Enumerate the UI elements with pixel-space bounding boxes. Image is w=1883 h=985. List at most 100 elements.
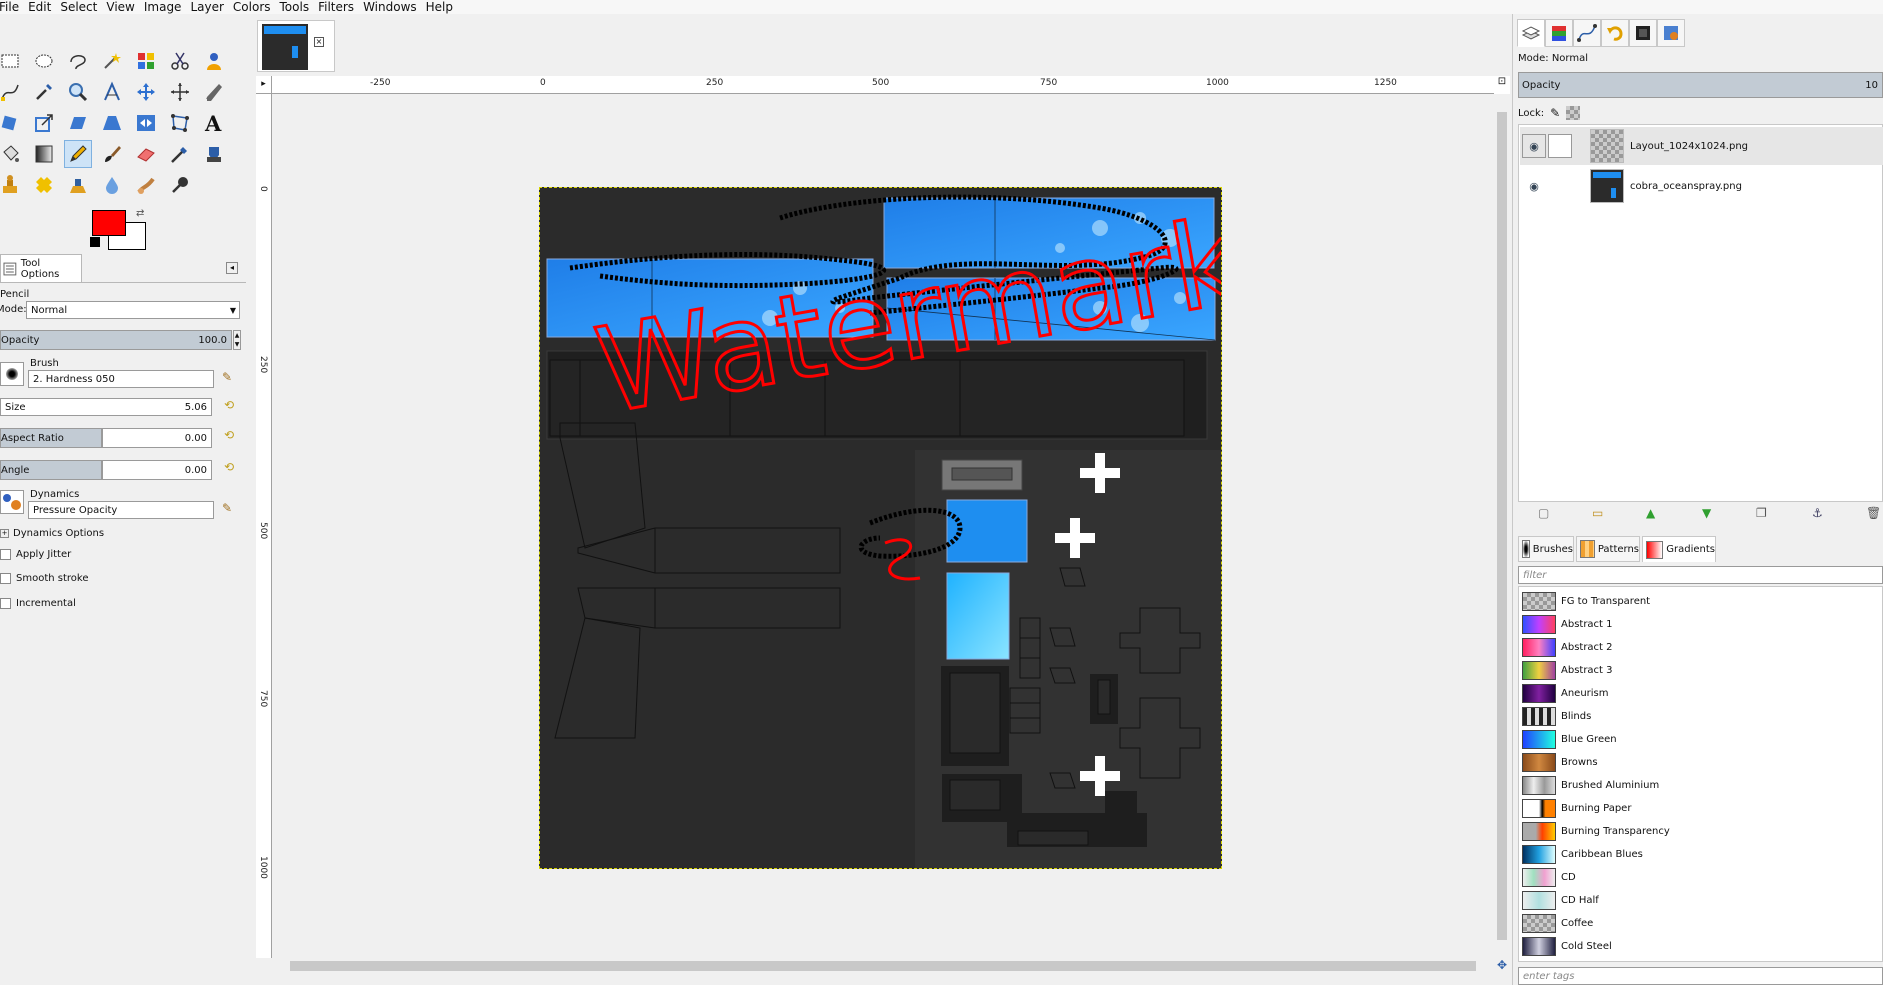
gradient-item[interactable]: Abstract 1: [1522, 613, 1883, 636]
mode-select[interactable]: Normal ▼: [26, 301, 240, 319]
quick-mask-toggle[interactable]: ▸: [256, 76, 272, 94]
menu-filters[interactable]: Filters: [318, 0, 359, 14]
move-icon[interactable]: [132, 78, 160, 106]
anchor-layer-icon[interactable]: ⚓: [1812, 506, 1823, 520]
reset-aspect-icon[interactable]: ⟲: [224, 428, 234, 442]
cage-icon[interactable]: [166, 109, 194, 137]
eye-icon[interactable]: ◉: [1522, 174, 1546, 198]
menu-colors[interactable]: Colors: [233, 0, 276, 14]
tab-paths[interactable]: [1573, 19, 1601, 47]
new-layer-icon[interactable]: ▢: [1538, 506, 1549, 520]
scale-icon[interactable]: [30, 109, 58, 137]
gradient-item[interactable]: Blinds: [1522, 705, 1883, 728]
tab-tool-options[interactable]: Tool Options: [0, 254, 82, 282]
lock-pixels-icon[interactable]: ✎: [1550, 106, 1560, 120]
vertical-scrollbar[interactable]: [1494, 94, 1510, 958]
heal-icon[interactable]: [30, 171, 58, 199]
image-tab[interactable]: ×: [257, 20, 335, 72]
shear-icon[interactable]: [64, 109, 92, 137]
image-canvas[interactable]: Watermark: [539, 187, 1222, 869]
dodge-burn-icon[interactable]: [166, 171, 194, 199]
menu-tools[interactable]: Tools: [280, 0, 315, 14]
gradient-item[interactable]: Blue Green: [1522, 728, 1883, 751]
menu-file[interactable]: File: [0, 0, 24, 14]
menu-layer[interactable]: Layer: [190, 0, 228, 14]
gradient-item[interactable]: Browns: [1522, 751, 1883, 774]
dynamics-field[interactable]: Pressure Opacity: [28, 501, 214, 519]
aspect-ratio-field[interactable]: 0.00: [102, 428, 212, 448]
color-select-icon[interactable]: [132, 47, 160, 75]
tags-input[interactable]: enter tags: [1518, 967, 1883, 985]
paths-icon[interactable]: [0, 78, 24, 106]
fuzzy-select-icon[interactable]: [98, 47, 126, 75]
apply-jitter-checkbox[interactable]: Apply Jitter: [0, 549, 71, 560]
tab-undo-history[interactable]: [1601, 19, 1629, 47]
gradient-item[interactable]: Brushed Aluminium: [1522, 774, 1883, 797]
configure-tab-icon[interactable]: ◂: [226, 262, 238, 274]
raise-layer-icon[interactable]: ▲: [1646, 506, 1655, 520]
menu-windows[interactable]: Windows: [363, 0, 422, 14]
gradient-item[interactable]: CD Half: [1522, 889, 1883, 912]
tab-colormap[interactable]: [1629, 19, 1657, 47]
edit-dynamics-icon[interactable]: ✎: [222, 501, 232, 515]
gradient-item[interactable]: Cold Steel: [1522, 935, 1883, 958]
layers-mode-value[interactable]: Normal: [1552, 53, 1588, 64]
menu-image[interactable]: Image: [144, 0, 187, 14]
edit-brush-icon[interactable]: ✎: [222, 370, 232, 384]
layer-name[interactable]: cobra_oceanspray.png: [1630, 181, 1742, 192]
reset-angle-icon[interactable]: ⟲: [224, 460, 234, 474]
text-icon[interactable]: A: [200, 109, 228, 137]
rect-select-icon[interactable]: [0, 47, 24, 75]
gradient-item[interactable]: FG to Transparent: [1522, 590, 1883, 613]
pencil-icon[interactable]: [64, 140, 92, 168]
zoom-navigate-icon[interactable]: ⊡: [1494, 76, 1510, 94]
reset-size-icon[interactable]: ⟲: [224, 398, 234, 412]
duplicate-layer-icon[interactable]: ❐: [1756, 506, 1767, 520]
horizontal-scrollbar[interactable]: [272, 958, 1494, 974]
blend-icon[interactable]: [30, 140, 58, 168]
menu-help[interactable]: Help: [426, 0, 458, 14]
tab-device-status[interactable]: [1657, 19, 1685, 47]
vertical-scroll-thumb[interactable]: [1497, 112, 1507, 940]
paintbrush-icon[interactable]: [98, 140, 126, 168]
dynamics-options-expander[interactable]: + Dynamics Options: [0, 528, 104, 539]
gradient-item[interactable]: Abstract 3: [1522, 659, 1883, 682]
layer-row[interactable]: ◉ Layout_1024x1024.png: [1520, 127, 1883, 165]
lower-layer-icon[interactable]: ▼: [1702, 506, 1711, 520]
swap-colors-icon[interactable]: ⇄: [136, 208, 144, 219]
lasso-icon[interactable]: [64, 47, 92, 75]
clone-icon[interactable]: [0, 171, 24, 199]
eraser-icon[interactable]: [132, 140, 160, 168]
default-colors-icon[interactable]: [90, 237, 100, 247]
chain-link-toggle[interactable]: [1548, 134, 1572, 158]
close-icon[interactable]: ×: [314, 37, 324, 47]
gradient-item[interactable]: Burning Paper: [1522, 797, 1883, 820]
rotate-icon[interactable]: [0, 109, 24, 137]
smooth-stroke-checkbox[interactable]: Smooth stroke: [0, 573, 89, 584]
gradient-item[interactable]: CD: [1522, 866, 1883, 889]
tab-gradients[interactable]: Gradients: [1642, 536, 1716, 562]
foreground-color-swatch[interactable]: [92, 210, 126, 236]
layer-name[interactable]: Layout_1024x1024.png: [1630, 141, 1748, 152]
gradient-item[interactable]: Abstract 2: [1522, 636, 1883, 659]
airbrush-icon[interactable]: [166, 140, 194, 168]
brush-field[interactable]: 2. Hardness 050: [28, 370, 214, 388]
tab-channels[interactable]: [1545, 19, 1573, 47]
menu-view[interactable]: View: [106, 0, 139, 14]
aspect-ratio-slider[interactable]: Aspect Ratio: [0, 428, 102, 448]
delete-layer-icon[interactable]: 🗑: [1866, 506, 1881, 520]
brush-preview[interactable]: [0, 362, 24, 386]
opacity-spinner[interactable]: ▲ ▼: [233, 330, 241, 350]
smudge-icon[interactable]: [132, 171, 160, 199]
menu-select[interactable]: Select: [60, 0, 102, 14]
size-field[interactable]: Size 5.06: [0, 398, 212, 416]
perspective-icon[interactable]: [98, 109, 126, 137]
gradient-item[interactable]: Caribbean Blues: [1522, 843, 1883, 866]
bucket-fill-icon[interactable]: [0, 140, 24, 168]
ink-icon[interactable]: [200, 140, 228, 168]
layer-row[interactable]: ◉ cobra_oceanspray.png: [1520, 167, 1883, 205]
perspective-clone-icon[interactable]: [64, 171, 92, 199]
gradient-filter-input[interactable]: filter: [1518, 566, 1883, 584]
layer-opacity-slider[interactable]: Opacity 10: [1518, 72, 1883, 98]
scissors-icon[interactable]: [166, 47, 194, 75]
